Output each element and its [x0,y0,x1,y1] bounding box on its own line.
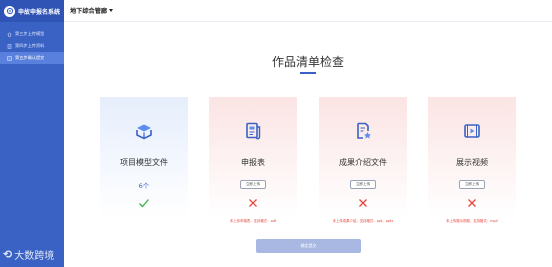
watermark-text: 大数跨境 [14,251,55,262]
app-title: 申故申报名系统 [18,8,61,16]
card-name: 展示视频 [456,158,488,167]
title-underline [300,72,316,74]
app-logo-icon [4,5,15,17]
card-intro-document: 成果介绍文件 立即上传 未上传成果介绍，支持格式：ppt、pptx [319,97,407,223]
watermark: ⟲ 大数跨境 [3,247,54,262]
sidebar-nav: 第三步上传模型 第四步上传资料 第五步确认提交 [0,28,64,64]
sidebar-item-upload-model[interactable]: 第三步上传模型 [0,28,64,40]
card-demo-video: 展示视频 立即上传 未上传展示视频，支持格式：mp4 [428,97,516,223]
project-selector[interactable]: 地下综合管廊 [70,6,107,15]
main-content: 作品清单检查 项目模型文件 6个 申报表 立即上传 未上传申报表，支持格式：pd… [64,22,552,267]
upload-hint: 未上传成果介绍，支持格式：ppt、pptx [332,219,394,223]
card-name: 成果介绍文件 [339,158,387,167]
file-count: 6个 [138,182,150,190]
close-icon [359,199,367,207]
video-icon [464,124,480,138]
close-icon [468,199,476,207]
upload-button[interactable]: 立即上传 [240,180,266,189]
home-icon [7,31,12,37]
upload-button[interactable]: 立即上传 [459,180,485,189]
card-name: 申报表 [241,158,265,167]
close-icon [249,199,257,207]
card-model-files: 项目模型文件 6个 [100,97,188,218]
sidebar-item-label: 第四步上传资料 [15,43,45,48]
sidebar-item-confirm-submit[interactable]: 第五步确认提交 [0,52,64,64]
upload-button[interactable]: 立即上传 [350,180,376,189]
document-icon [7,43,12,49]
cube-box-icon [136,124,152,140]
report-icon [246,122,261,140]
sidebar-item-upload-materials[interactable]: 第四步上传资料 [0,40,64,52]
sidebar-item-label: 第三步上传模型 [15,31,45,36]
sidebar: 申故申报名系统 第三步上传模型 第四步上传资料 第五步确认提交 ⟲ 大数跨境 [0,0,64,267]
header: 地下综合管廊 [64,0,552,22]
brand: 申故申报名系统 [0,0,64,22]
card-name: 项目模型文件 [120,158,168,167]
upload-hint: 未上传申报表，支持格式：pdf [229,219,277,223]
chevron-down-icon[interactable] [109,9,114,12]
document-star-icon [357,122,371,139]
card-application-form: 申报表 立即上传 未上传申报表，支持格式：pdf [209,97,297,223]
checklist-icon [7,55,12,61]
sidebar-item-label: 第五步确认提交 [15,55,45,60]
page-title: 作品清单检查 [271,55,344,69]
upload-hint: 未上传展示视频，支持格式：mp4 [446,219,498,223]
submit-button[interactable]: 确定提交 [256,239,361,253]
watermark-logo-icon: ⟲ [3,248,13,261]
check-icon [139,199,149,208]
